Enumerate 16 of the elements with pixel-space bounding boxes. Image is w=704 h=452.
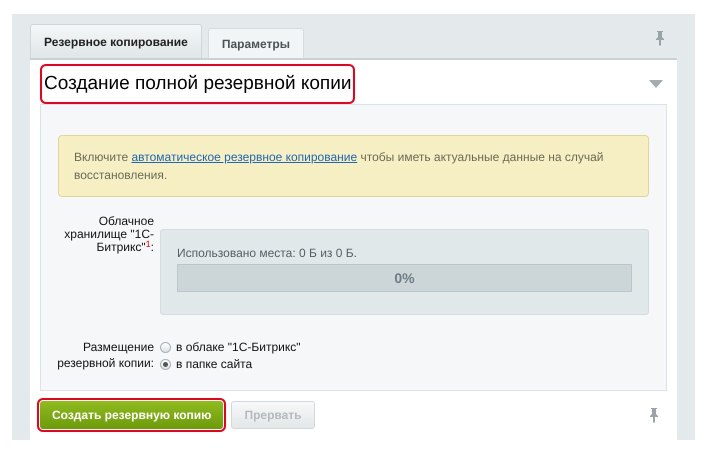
auto-backup-link[interactable]: автоматическое резервное копирование xyxy=(131,150,358,164)
placement-label: Размещение резервной копии: xyxy=(56,339,154,372)
radio-button[interactable] xyxy=(160,358,171,370)
usage-text: Использовано места: 0 Б из 0 Б. xyxy=(177,245,358,262)
notice-message: Включите автоматическое резервное копирование чтобы иметь актуальные данные на случай восстановления. xyxy=(58,135,649,197)
tab[interactable]: Параметры xyxy=(208,28,304,58)
placement-option[interactable]: в папке сайта xyxy=(160,356,300,372)
collapse-arrow-icon[interactable] xyxy=(649,80,663,88)
pin-icon[interactable] xyxy=(655,30,665,46)
section-title: Создание полной резервной копии xyxy=(40,64,356,104)
tab[interactable]: Резервное копирование xyxy=(30,24,202,58)
usage-percent: 0% xyxy=(394,268,415,288)
pin-icon[interactable] xyxy=(649,407,659,423)
radio-button[interactable] xyxy=(160,342,171,352)
placement-option[interactable]: в облаке "1С-Битрикс" xyxy=(160,339,300,355)
cloud-storage-label: Облачное хранилище "1С-Битрикс"$^{1}$: xyxy=(63,215,154,256)
